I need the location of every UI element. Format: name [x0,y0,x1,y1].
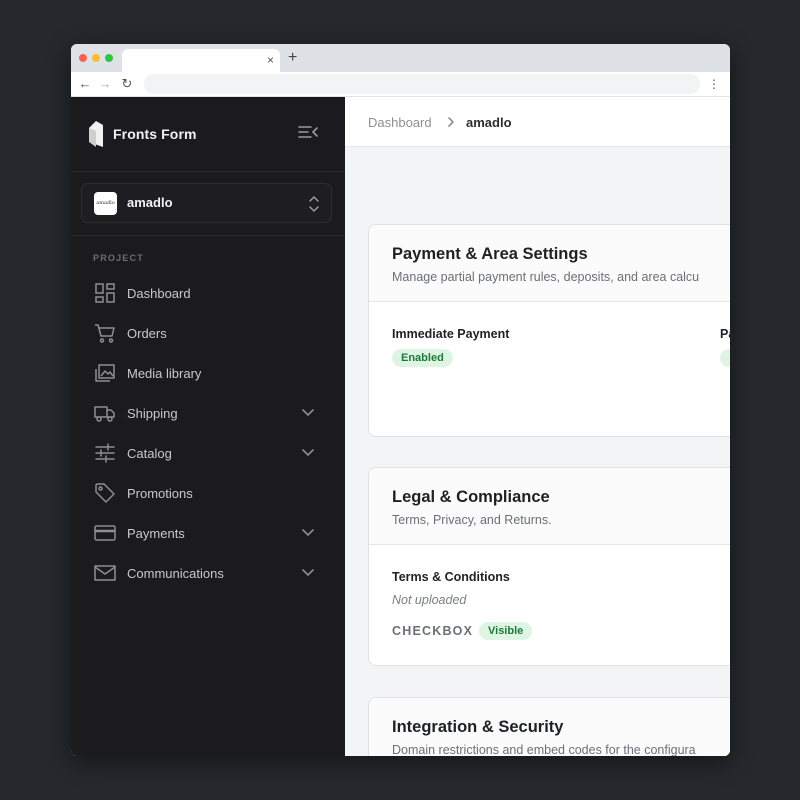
chevron-down-icon[interactable] [301,566,315,580]
browser-tab[interactable]: × [122,49,280,72]
reload-button[interactable]: ↻ [119,75,135,93]
sidebar-item-orders[interactable]: Orders [71,313,345,353]
card-title: Legal & Compliance [392,488,550,506]
collapse-sidebar-icon[interactable] [297,123,319,141]
sidebar-item-payments[interactable]: Payments [71,513,345,553]
mail-icon [94,565,116,581]
card-header: Payment & Area Settings Manage partial p… [369,225,730,302]
brand-logo-icon [89,121,103,147]
tag-icon [95,483,115,503]
card-title: Integration & Security [392,718,564,736]
sidebar-item-communications[interactable]: Communications [71,553,345,593]
breadcrumb: Dashboard amadlo [345,97,730,147]
back-button[interactable]: ← [77,75,93,93]
sidebar-item-label: Catalog [127,445,172,461]
payment-settings-card: Payment & Area Settings Manage partial p… [368,224,730,437]
media-icon [95,364,115,382]
chevron-down-icon[interactable] [301,406,315,420]
terms-conditions-label: Terms & Conditions [392,570,510,584]
immediate-payment-label: Immediate Payment [392,327,510,341]
new-tab-button[interactable]: + [288,49,297,67]
browser-menu-icon[interactable]: ⋮ [708,75,720,93]
store-name: amadlo [127,195,173,210]
minimize-window-button[interactable] [92,54,100,62]
store-logo: amadlo [94,192,117,215]
card-subtitle: Domain restrictions and embed codes for … [392,743,696,756]
dashboard-icon [95,283,115,303]
cart-icon [95,324,115,343]
nav-section-label: PROJECT [93,253,144,263]
chevron-down-icon[interactable] [301,446,315,460]
consent-mode: CHECKBOX [392,624,474,638]
sidebar-item-label: Orders [127,325,167,341]
card-header: Legal & Compliance Terms, Privacy, and R… [369,468,730,545]
brand-name: Fronts Form [113,126,197,142]
chevron-down-icon[interactable] [301,526,315,540]
card-subtitle: Manage partial payment rules, deposits, … [392,270,700,284]
browser-window: × + ← → ↻ ⋮ Fronts Form amadlo amadlo PR… [71,44,730,756]
sidebar-item-label: Media library [127,365,202,381]
maximize-window-button[interactable] [105,54,113,62]
tab-close-icon[interactable]: × [267,52,274,68]
address-bar[interactable] [144,74,700,94]
status-badge: Enabled [392,349,453,367]
sidebar-item-label: Communications [127,565,224,581]
card-title: Payment & Area Settings [392,245,588,263]
sidebar-item-label: Dashboard [127,285,191,301]
close-window-button[interactable] [79,54,87,62]
legal-compliance-card: Legal & Compliance Terms, Privacy, and R… [368,467,730,666]
integration-security-card: Integration & Security Domain restrictio… [368,697,730,756]
sidebar-divider [71,235,345,236]
store-switcher[interactable]: amadlo amadlo [81,183,332,223]
sidebar-item-media-library[interactable]: Media library [71,353,345,393]
sidebar-item-label: Payments [127,525,185,541]
breadcrumb-current: amadlo [466,115,512,130]
visibility-badge: Visible [479,622,533,640]
payment-field-label: Pa [720,327,730,341]
sidebar-item-dashboard[interactable]: Dashboard [71,273,345,313]
sidebar-item-shipping[interactable]: Shipping [71,393,345,433]
breadcrumb-dashboard-link[interactable]: Dashboard [368,115,432,130]
sidebar-nav: Dashboard Orders Media library Shipping … [71,273,345,593]
chevron-up-down-icon [309,195,319,213]
browser-toolbar: ← → ↻ ⋮ [71,72,730,97]
sidebar-item-label: Shipping [127,405,178,421]
truck-icon [94,406,115,422]
sliders-icon [95,443,115,463]
card-subtitle: Terms, Privacy, and Returns. [392,513,552,527]
sidebar-item-promotions[interactable]: Promotions [71,473,345,513]
status-badge [720,349,730,367]
sidebar-divider [71,171,345,172]
sidebar-item-label: Promotions [127,485,193,501]
card-header: Integration & Security Domain restrictio… [369,698,730,756]
sidebar: Fronts Form amadlo amadlo PROJECT Dashbo… [71,97,345,756]
main-content: Dashboard amadlo Payment & Area Settings… [345,97,730,756]
brand[interactable]: Fronts Form [89,121,197,147]
sidebar-item-catalog[interactable]: Catalog [71,433,345,473]
forward-button[interactable]: → [97,75,113,93]
tab-strip: × + [71,44,730,72]
card-icon [94,525,116,541]
chevron-right-icon [448,117,455,127]
upload-status: Not uploaded [392,593,467,607]
